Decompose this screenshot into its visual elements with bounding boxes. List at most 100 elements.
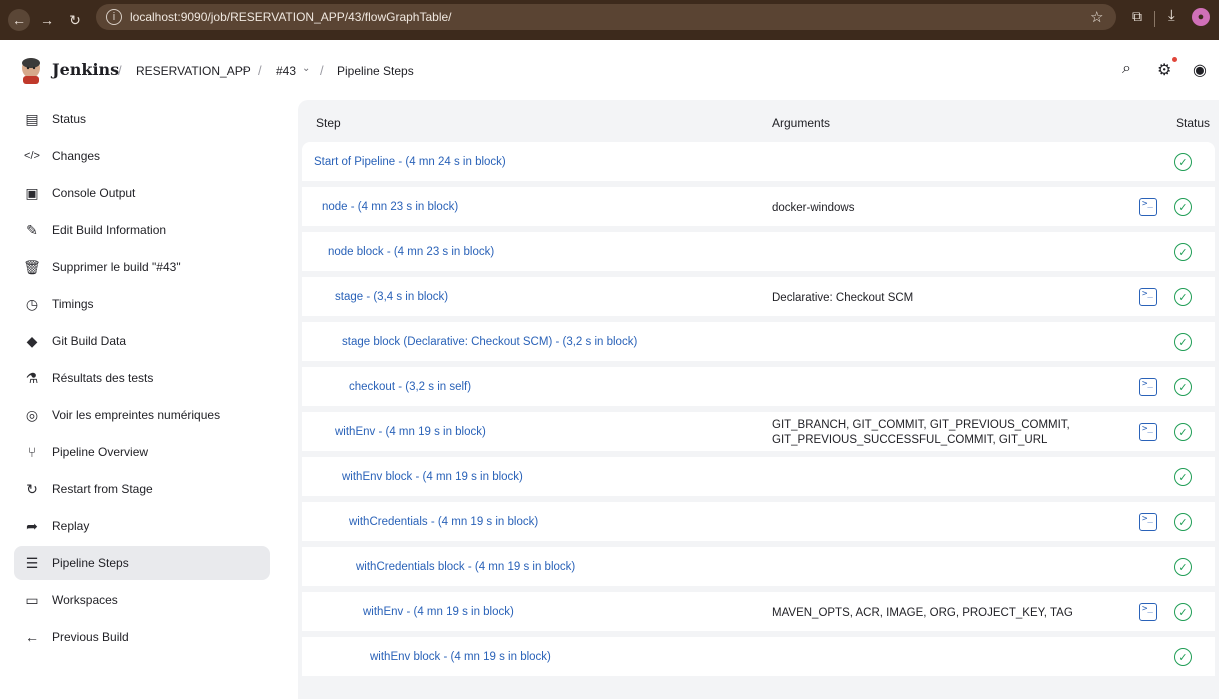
- table-row: withEnv block - (4 mn 19 s in block) ✓: [302, 457, 1215, 499]
- breadcrumb-separator: /: [118, 63, 122, 78]
- replay-icon: ➦: [26, 517, 38, 534]
- step-link[interactable]: node block - (4 mn 23 s in block): [328, 246, 494, 258]
- sidebar-item-label: Voir les empreintes numériques: [52, 408, 221, 422]
- console-log-icon[interactable]: >_: [1139, 378, 1157, 396]
- jenkins-brand[interactable]: Jenkins: [52, 60, 119, 79]
- success-check-icon: ✓: [1174, 513, 1192, 531]
- address-bar[interactable]: i localhost:9090/job/RESERVATION_APP/43/…: [96, 4, 1116, 30]
- sidebar-item-label: Résultats des tests: [52, 371, 154, 385]
- browser-toolbar: ← → ↻ i localhost:9090/job/RESERVATION_A…: [0, 0, 1219, 40]
- sidebar-item-status[interactable]: ▤ Status: [14, 102, 270, 136]
- chevron-down-icon[interactable]: ⌄: [240, 63, 248, 74]
- step-arguments: GIT_BRANCH, GIT_COMMIT, GIT_PREVIOUS_COM…: [772, 419, 1070, 446]
- sidebar-item-replay[interactable]: ➦ Replay: [14, 509, 270, 543]
- step-link[interactable]: stage - (3,4 s in block): [335, 291, 448, 303]
- jenkins-header: Jenkins / RESERVATION_APP ⌄ / #43 ⌄ / Pi…: [0, 40, 1219, 100]
- profile-avatar-icon[interactable]: ●: [1192, 8, 1210, 26]
- chevron-down-icon[interactable]: ⌄: [302, 63, 310, 74]
- pipeline-steps-table: Step Arguments Status Start of Pipeline …: [298, 100, 1219, 699]
- sidebar-item-label: Supprimer le build "#43": [52, 260, 181, 274]
- gear-icon[interactable]: ⚙: [1157, 60, 1171, 80]
- table-row: Start of Pipeline - (4 mn 24 s in block)…: [302, 142, 1215, 184]
- edit-icon: ✎: [26, 221, 38, 238]
- search-icon[interactable]: ⌕: [1122, 60, 1131, 78]
- column-header-arguments: Arguments: [772, 116, 831, 130]
- user-icon[interactable]: ◉: [1193, 60, 1207, 80]
- success-check-icon: ✓: [1174, 288, 1192, 306]
- step-link[interactable]: withEnv block - (4 mn 19 s in block): [370, 651, 551, 663]
- sidebar-item-test-results[interactable]: ⚗ Résultats des tests: [14, 361, 270, 395]
- sidebar-item-label: Status: [52, 112, 87, 126]
- console-log-icon[interactable]: >_: [1139, 603, 1157, 621]
- step-link[interactable]: stage block (Declarative: Checkout SCM) …: [342, 336, 637, 348]
- jenkins-logo-icon[interactable]: [20, 56, 42, 84]
- breadcrumb-build[interactable]: #43: [276, 64, 296, 78]
- info-icon[interactable]: i: [106, 9, 122, 25]
- sidebar-item-label: Changes: [52, 149, 101, 163]
- flask-icon: ⚗: [25, 369, 39, 386]
- table-row: withEnv - (4 mn 19 s in block) GIT_BRANC…: [302, 412, 1215, 454]
- download-icon[interactable]: ⤓: [1168, 7, 1175, 24]
- sidebar-item-changes[interactable]: </> Changes: [14, 139, 270, 173]
- step-link[interactable]: checkout - (3,2 s in self): [349, 381, 471, 393]
- list-icon: ☰: [25, 554, 39, 571]
- step-link[interactable]: withCredentials - (4 mn 19 s in block): [349, 516, 538, 528]
- column-header-step: Step: [316, 116, 341, 130]
- success-check-icon: ✓: [1174, 153, 1192, 171]
- success-check-icon: ✓: [1174, 603, 1192, 621]
- folder-icon: ▭: [25, 591, 39, 608]
- column-header-status: Status: [1176, 116, 1211, 130]
- code-icon: </>: [24, 150, 40, 162]
- sidebar-item-edit-build-information[interactable]: ✎ Edit Build Information: [14, 213, 270, 247]
- step-link[interactable]: Start of Pipeline - (4 mn 24 s in block): [314, 156, 506, 168]
- url-text: localhost:9090/job/RESERVATION_APP/43/fl…: [130, 10, 452, 24]
- step-link[interactable]: withEnv - (4 mn 19 s in block): [363, 606, 514, 618]
- clock-icon: ◷: [25, 295, 39, 312]
- sidebar-item-pipeline-steps[interactable]: ☰ Pipeline Steps: [14, 546, 270, 580]
- sidebar-item-timings[interactable]: ◷ Timings: [14, 287, 270, 321]
- sidebar-item-previous-build[interactable]: ← Previous Build: [14, 620, 270, 654]
- success-check-icon: ✓: [1174, 243, 1192, 261]
- table-row: checkout - (3,2 s in self) >_ ✓: [302, 367, 1215, 409]
- console-log-icon[interactable]: >_: [1139, 513, 1157, 531]
- success-check-icon: ✓: [1174, 378, 1192, 396]
- document-icon: ▤: [25, 110, 39, 127]
- bookmark-star-icon[interactable]: ☆: [1090, 8, 1103, 26]
- arrow-left-icon: ←: [25, 629, 39, 645]
- sidebar-item-restart-from-stage[interactable]: ↻ Restart from Stage: [14, 472, 270, 506]
- sidebar-item-git-build-data[interactable]: ◆ Git Build Data: [14, 324, 270, 358]
- reload-button[interactable]: ↻: [64, 9, 86, 31]
- sidebar-item-label: Git Build Data: [52, 334, 127, 348]
- step-link[interactable]: withEnv - (4 mn 19 s in block): [335, 426, 486, 438]
- sidebar-item-fingerprints[interactable]: ◎ Voir les empreintes numériques: [14, 398, 270, 432]
- step-arguments: Declarative: Checkout SCM: [772, 292, 914, 304]
- table-row: stage block (Declarative: Checkout SCM) …: [302, 322, 1215, 364]
- step-link[interactable]: withCredentials block - (4 mn 19 s in bl…: [356, 561, 575, 573]
- sidebar-item-label: Console Output: [52, 186, 136, 200]
- step-link[interactable]: node - (4 mn 23 s in block): [322, 201, 458, 213]
- step-arguments: MAVEN_OPTS, ACR, IMAGE, ORG, PROJECT_KEY…: [772, 607, 1073, 619]
- console-log-icon[interactable]: >_: [1139, 423, 1157, 441]
- restart-icon: ↻: [26, 480, 38, 497]
- forward-button[interactable]: →: [36, 9, 58, 31]
- step-arguments: docker-windows: [772, 202, 855, 214]
- console-log-icon[interactable]: >_: [1139, 288, 1157, 306]
- sidebar-item-pipeline-overview[interactable]: ⑂ Pipeline Overview: [14, 435, 270, 469]
- table-row: withEnv block - (4 mn 19 s in block) ✓: [302, 637, 1215, 679]
- back-button[interactable]: ←: [8, 9, 30, 31]
- extensions-icon[interactable]: ⧉: [1132, 8, 1142, 25]
- sidebar-item-label: Replay: [52, 519, 90, 533]
- git-icon: ◆: [26, 332, 38, 349]
- breadcrumb-job[interactable]: RESERVATION_APP: [136, 64, 251, 78]
- success-check-icon: ✓: [1174, 648, 1192, 666]
- sidebar-item-delete-build[interactable]: 🗑 Supprimer le build "#43": [14, 250, 270, 284]
- fingerprint-icon: ◎: [25, 406, 39, 423]
- sidebar-item-workspaces[interactable]: ▭ Workspaces: [14, 583, 270, 617]
- sidebar-item-console-output[interactable]: ▣ Console Output: [14, 176, 270, 210]
- breadcrumb-separator: /: [258, 63, 262, 78]
- success-check-icon: ✓: [1174, 468, 1192, 486]
- step-link[interactable]: withEnv block - (4 mn 19 s in block): [342, 471, 523, 483]
- success-check-icon: ✓: [1174, 423, 1192, 441]
- console-log-icon[interactable]: >_: [1139, 198, 1157, 216]
- pipeline-icon: ⑂: [27, 444, 37, 460]
